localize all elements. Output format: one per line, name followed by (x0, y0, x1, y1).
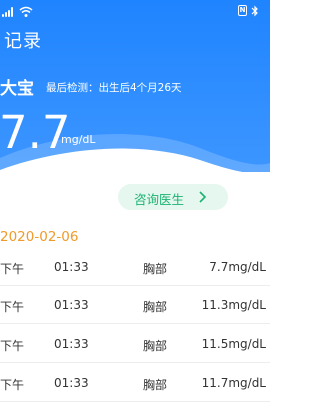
record-site: 胸部 (143, 339, 168, 353)
latest-value: 7.7 (0, 106, 71, 159)
record-value: 7.7mg/dL (209, 260, 266, 274)
record-date: 2020-02-06 (0, 229, 79, 245)
record-value: 11.7mg/dL (201, 376, 266, 390)
record-site: 胸部 (143, 378, 168, 392)
consult-doctor-label: 咨询医生 (134, 192, 185, 207)
record-time: 01:33 (54, 376, 89, 390)
latest-unit: mg/dL (61, 133, 96, 146)
record-period: 下午 (0, 339, 25, 353)
record-time: 01:33 (54, 337, 89, 351)
row-divider (0, 323, 270, 324)
row-divider (0, 362, 270, 363)
record-time: 01:33 (54, 298, 89, 312)
record-site: 胸部 (143, 262, 168, 276)
record-period: 下午 (0, 262, 25, 276)
consult-doctor-button[interactable]: 咨询医生 (118, 184, 228, 210)
record-value: 11.3mg/dL (201, 298, 266, 312)
baby-name: 大宝 (0, 79, 34, 99)
record-period: 下午 (0, 378, 25, 392)
signal-icon (2, 7, 18, 17)
bluetooth-icon (251, 5, 258, 17)
record-row[interactable]: 下午 01:33 胸部 11.3mg/dL (0, 288, 270, 324)
row-divider (0, 285, 270, 286)
wifi-icon (19, 6, 33, 17)
status-bar: N (0, 0, 270, 22)
status-right: N (238, 5, 268, 17)
last-check-text: 最后检测：出生后4个月26天 (46, 82, 182, 94)
record-period: 下午 (0, 300, 25, 314)
record-row[interactable]: 下午 01:33 胸部 7.7mg/dL (0, 250, 270, 286)
record-row[interactable]: 下午 01:33 胸部 11.7mg/dL (0, 366, 270, 402)
chevron-right-icon (199, 191, 207, 203)
header-panel: N 记录 大宝 最后检测：出生后4个月26天 7.7 mg/dL (0, 0, 270, 172)
record-row[interactable]: 下午 01:33 胸部 11.5mg/dL (0, 327, 270, 363)
record-time: 01:33 (54, 260, 89, 274)
record-value: 11.5mg/dL (201, 337, 266, 351)
nfc-icon: N (238, 5, 247, 16)
record-site: 胸部 (143, 300, 168, 314)
page-title: 记录 (4, 31, 42, 52)
row-divider (0, 401, 270, 402)
